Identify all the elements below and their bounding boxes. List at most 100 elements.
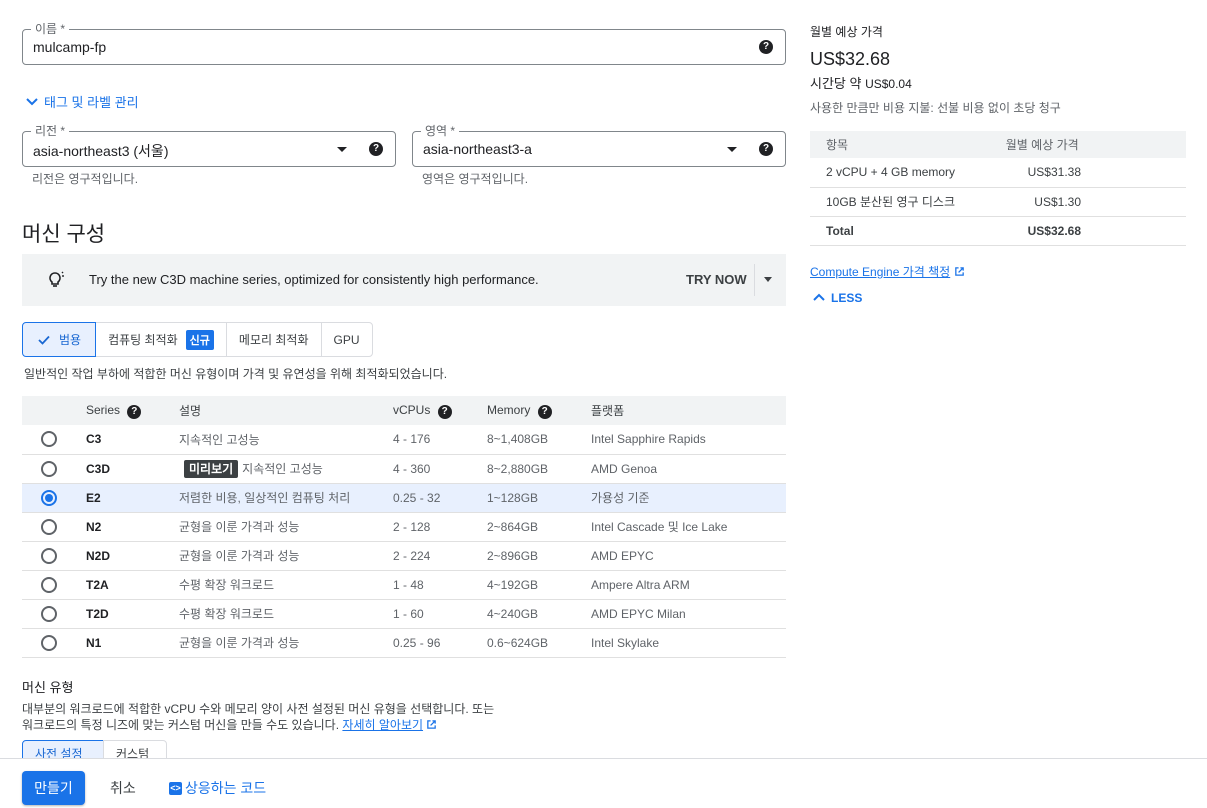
table-row[interactable]: T2D 수평 확장 워크로드 1 - 60 4~240GB AMD EPYC M… (22, 599, 786, 629)
help-icon[interactable]: ? (537, 404, 552, 419)
divider (754, 264, 755, 296)
learn-more-link[interactable]: 자세히 알아보기 (342, 718, 423, 732)
machine-type-desc-2-row: 워크로드의 특정 니즈에 맞는 커스텀 머신을 만들 수도 있습니다. 자세히 … (22, 716, 437, 733)
dropdown-arrow-icon (727, 147, 737, 152)
table-row[interactable]: E2 저렴한 비용, 일상적인 컴퓨팅 처리 0.25 - 32 1~128GB… (22, 483, 786, 513)
compute-engine-pricing-link[interactable]: Compute Engine 가격 책정 (810, 265, 950, 279)
machine-family-tabs: 범용 컴퓨팅 최적화 신규 메모리 최적화 GPU (22, 322, 373, 357)
series-memory: 1~128GB (487, 483, 591, 513)
price-table: 항목 월별 예상 가격 2 vCPU + 4 GB memory US$31.3… (810, 131, 1186, 246)
series-desc: 저렴한 비용, 일상적인 컴퓨팅 처리 (179, 483, 393, 513)
price-row: 2 vCPU + 4 GB memory US$31.38 (810, 158, 1186, 188)
help-icon[interactable]: ? (759, 40, 773, 54)
series-vcpus: 2 - 128 (393, 512, 487, 542)
series-vcpus: 0.25 - 32 (393, 483, 487, 513)
col-description: 설명 (179, 396, 393, 425)
banner-text: Try the new C3D machine series, optimize… (89, 272, 539, 287)
series-vcpus: 1 - 60 (393, 599, 487, 629)
pricing-title: 월별 예상 가격 (810, 25, 883, 39)
c3d-banner: Try the new C3D machine series, optimize… (22, 254, 786, 306)
name-field-value[interactable]: mulcamp-fp (33, 39, 106, 55)
dropdown-arrow-icon (337, 147, 347, 152)
series-memory: 0.6~624GB (487, 628, 591, 658)
series-radio-selected[interactable] (41, 489, 57, 506)
table-header-row: Series ? 설명 vCPUs ? Memory ? 플랫폼 (22, 396, 786, 425)
zone-label: 영역 * (421, 124, 460, 138)
chevron-down-icon (26, 97, 38, 105)
table-row[interactable]: T2A 수평 확장 워크로드 1 - 48 4~192GB Ampere Alt… (22, 570, 786, 600)
series-radio[interactable] (41, 634, 57, 651)
check-icon (38, 335, 50, 345)
tags-labels-toggle[interactable]: 태그 및 라벨 관리 (24, 92, 139, 111)
cancel-button[interactable]: 취소 (110, 778, 136, 798)
code-icon: <> (169, 781, 182, 795)
external-link-icon (954, 267, 964, 276)
table-row[interactable]: N2 균형을 이룬 가격과 성능 2 - 128 2~864GB Intel C… (22, 512, 786, 542)
table-row[interactable]: N1 균형을 이룬 가격과 성능 0.25 - 96 0.6~624GB Int… (22, 628, 786, 658)
series-vcpus: 1 - 48 (393, 570, 487, 600)
machine-config-title: 머신 구성 (22, 223, 106, 246)
less-label: LESS (831, 291, 863, 305)
series-platform: AMD Genoa (591, 454, 786, 484)
series-radio[interactable] (41, 518, 57, 535)
price-header-row: 항목 월별 예상 가격 (810, 131, 1186, 158)
series-radio[interactable] (41, 576, 57, 593)
pricing-note: 사용한 만큼만 비용 지불: 선불 비용 없이 초당 청구 (810, 101, 1061, 115)
series-memory: 2~864GB (487, 512, 591, 542)
series-radio[interactable] (41, 460, 57, 477)
series-desc: 수평 확장 워크로드 (179, 570, 393, 600)
tab-label: GPU (333, 332, 360, 347)
help-icon[interactable]: ? (759, 142, 773, 156)
pricing-hourly-row: 시간당 약 US$0.04 (810, 73, 912, 92)
preview-badge: 미리보기 (184, 460, 239, 478)
try-now-button[interactable]: TRY NOW (686, 272, 747, 287)
series-radio[interactable] (41, 547, 57, 564)
series-memory: 8~1,408GB (487, 425, 591, 455)
tags-labels-label: 태그 및 라벨 관리 (44, 95, 139, 110)
table-row[interactable]: N2D 균형을 이룬 가격과 성능 2 - 224 2~896GB AMD EP… (22, 541, 786, 571)
tab-gpu[interactable]: GPU (320, 322, 373, 357)
series-memory: 4~240GB (487, 599, 591, 629)
tab-general-purpose[interactable]: 범용 (22, 322, 97, 357)
series-vcpus: 4 - 176 (393, 425, 487, 455)
region-select[interactable]: 리전 * asia-northeast3 (서울) ? (22, 124, 396, 167)
tab-memory-optimized[interactable]: 메모리 최적화 (225, 322, 322, 357)
series-radio[interactable] (41, 605, 57, 622)
zone-hint: 영역은 영구적입니다. (422, 172, 529, 186)
series-platform: Ampere Altra ARM (591, 570, 786, 600)
col-platform: 플랫폼 (591, 396, 786, 425)
series-desc: 균형을 이룬 가격과 성능 (179, 512, 393, 542)
help-icon[interactable]: ? (369, 142, 383, 156)
tab-compute-optimized[interactable]: 컴퓨팅 최적화 신규 (95, 322, 227, 357)
series-memory: 4~192GB (487, 570, 591, 600)
help-icon[interactable]: ? (437, 404, 452, 419)
price-total-row: Total US$32.68 (810, 216, 1186, 246)
equivalent-code-label: 상응하는 코드 (185, 780, 267, 796)
hourly-label: 시간당 약 (810, 76, 862, 91)
less-toggle[interactable]: LESS (812, 291, 862, 305)
series-name: C3 (86, 425, 179, 455)
series-vcpus: 4 - 360 (393, 454, 487, 484)
series-name: T2D (86, 599, 179, 629)
series-name: N1 (86, 628, 179, 658)
series-memory: 8~2,880GB (487, 454, 591, 484)
col-monthly: 월별 예상 가격 (989, 131, 1186, 158)
series-radio[interactable] (41, 431, 57, 448)
region-value: asia-northeast3 (서울) (33, 143, 169, 159)
table-row[interactable]: C3 지속적인 고성능 4 - 176 8~1,408GB Intel Sapp… (22, 425, 786, 455)
series-vcpus: 2 - 224 (393, 541, 487, 571)
zone-select[interactable]: 영역 * asia-northeast3-a ? (412, 124, 786, 167)
series-platform: Intel Sapphire Rapids (591, 425, 786, 455)
name-field[interactable]: 이름 * mulcamp-fp ? (22, 22, 786, 65)
dropdown-arrow-icon[interactable] (764, 277, 772, 282)
series-memory: 2~896GB (487, 541, 591, 571)
help-icon[interactable]: ? (127, 404, 142, 419)
price-row: 10GB 분산된 영구 디스크 US$1.30 (810, 187, 1186, 217)
create-button[interactable]: 만들기 (22, 771, 85, 805)
col-series: Series ? (86, 396, 179, 425)
footer-bar: 만들기 취소 <> 상응하는 코드 (0, 758, 1207, 808)
table-row[interactable]: C3D 미리보기 지속적인 고성능 4 - 360 8~2,880GB AMD G… (22, 454, 786, 484)
equivalent-code-button[interactable]: <> 상응하는 코드 (169, 778, 266, 798)
machine-type-title: 머신 유형 (22, 680, 74, 695)
pricing-link-row[interactable]: Compute Engine 가격 책정 (810, 263, 965, 280)
